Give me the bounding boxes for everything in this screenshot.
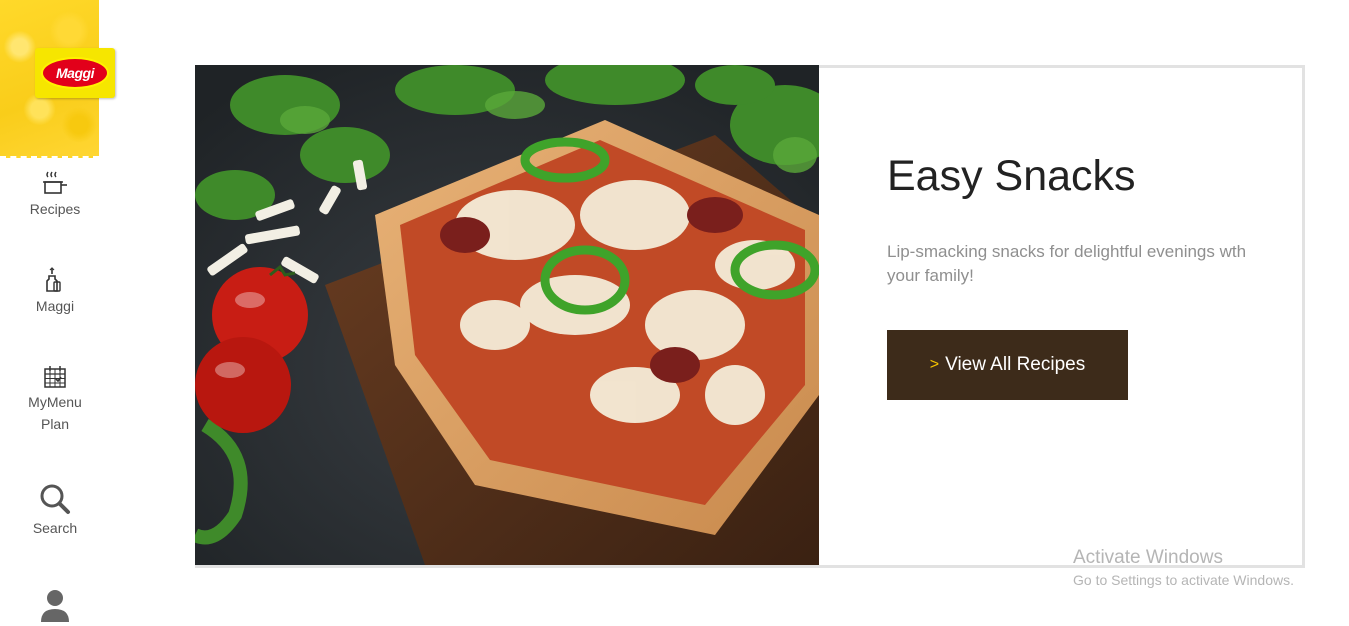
sidebar-item-label: MyMenu: [28, 394, 82, 410]
chevron-right-icon: >: [929, 356, 940, 373]
banner-subtitle: Lip-smacking snacks for delightful eveni…: [887, 242, 1247, 285]
sidebar-item-label-line2: Plan: [40, 416, 70, 432]
calendar-icon: [44, 366, 66, 388]
search-icon: [40, 484, 70, 514]
maggi-logo[interactable]: Maggi: [35, 48, 115, 98]
banner-text-block: Easy Snacks Lip-smacking snacks for deli…: [887, 150, 1287, 288]
sidebar-item-mymenu-plan[interactable]: MyMenu Plan: [0, 365, 110, 435]
maggi-logo-text: Maggi: [41, 57, 109, 89]
view-all-recipes-button[interactable]: > View All Recipes: [887, 330, 1128, 400]
windows-activation-watermark: Activate Windows Go to Settings to activ…: [1073, 546, 1294, 590]
user-icon: [41, 590, 69, 622]
sidebar-item-label: Maggi: [35, 298, 75, 314]
sidebar-item-recipes[interactable]: Recipes: [0, 170, 110, 220]
maggi-bottle-icon: [46, 267, 61, 292]
banner-title: Easy Snacks: [887, 152, 1136, 200]
cooking-pot-icon: [43, 171, 67, 194]
sidebar-item-maggi[interactable]: Maggi: [0, 267, 110, 317]
watermark-title: Activate Windows: [1073, 547, 1223, 568]
sidebar-item-search[interactable]: Search: [0, 483, 110, 539]
sidebar-item-profile[interactable]: [0, 588, 110, 624]
sidebar-item-label: Recipes: [29, 201, 81, 217]
watermark-subtitle: Go to Settings to activate Windows.: [1073, 572, 1294, 588]
view-all-recipes-label: View All Recipes: [945, 354, 1086, 375]
sidebar: Maggi Recipes Maggi MyMenu Plan Search: [0, 0, 115, 626]
sidebar-item-label: Search: [32, 520, 78, 536]
pizza-toast-image: [195, 65, 819, 565]
